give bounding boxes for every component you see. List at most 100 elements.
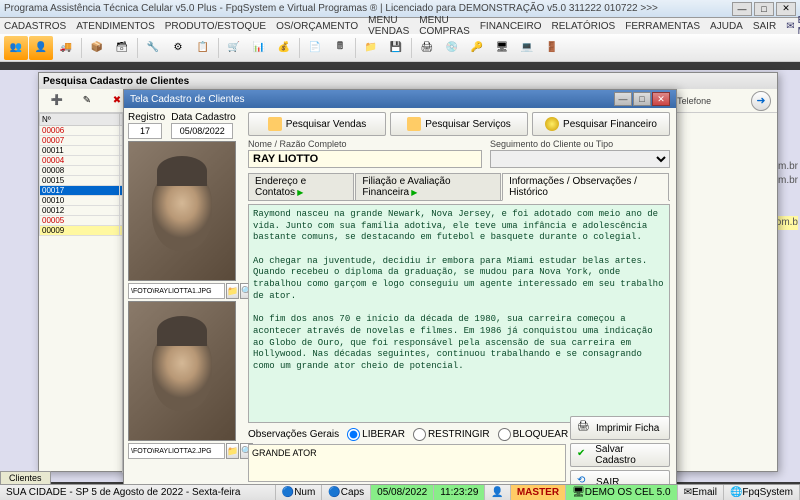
detail-min-button[interactable]: — bbox=[614, 92, 632, 106]
table-row[interactable]: 00006JERRY LEWIS bbox=[40, 126, 124, 136]
imprimir-button[interactable]: 🖨Imprimir Ficha bbox=[570, 416, 670, 440]
sales-icon bbox=[268, 117, 282, 131]
tb-wrench-icon[interactable]: 🔧 bbox=[141, 36, 165, 60]
table-row[interactable]: 00011LEANDRO KARNA bbox=[40, 146, 124, 156]
bio-textarea[interactable]: Raymond nasceu na grande Newark, Nova Je… bbox=[248, 204, 670, 423]
data-cadastro-label: Data Cadastro bbox=[171, 112, 235, 123]
tab-filiacao[interactable]: Filiação e Avaliação Financeira ▶ bbox=[355, 173, 501, 200]
minimize-button[interactable]: — bbox=[732, 2, 752, 16]
tb-gear-icon[interactable]: ⚙ bbox=[166, 36, 190, 60]
tb-money-icon[interactable]: 💰 bbox=[272, 36, 296, 60]
search-window-title: Pesquisa Cadastro de Clientes bbox=[39, 73, 777, 89]
tb-folder-icon[interactable]: 📁 bbox=[359, 36, 383, 60]
tb-cart-icon[interactable]: 🛒 bbox=[222, 36, 246, 60]
client-list[interactable]: NºNome / Razão So 00006JERRY LEWIS 00007… bbox=[39, 113, 123, 473]
status-date: 05/08/2022 bbox=[371, 485, 434, 500]
table-row[interactable]: 00004MACHADO DE AS bbox=[40, 156, 124, 166]
table-row[interactable]: 00010RICARDO ALMEID bbox=[40, 196, 124, 206]
status-demo: 🖥 DEMO OS CEL 5.0 bbox=[566, 485, 677, 500]
close-button[interactable]: ✕ bbox=[776, 2, 796, 16]
table-row[interactable]: 00005TANCREDO NEVE bbox=[40, 216, 124, 226]
menu-sair[interactable]: SAIR bbox=[753, 21, 776, 32]
tb-user-icon[interactable]: 👤 bbox=[29, 36, 53, 60]
tb-box-icon[interactable]: 📦 bbox=[85, 36, 109, 60]
table-row[interactable]: 00009TATU DE SOUZA bbox=[40, 226, 124, 236]
tb-monitor-icon[interactable]: 🖥 bbox=[490, 36, 514, 60]
pesquisar-financeiro-button[interactable]: Pesquisar Financeiro bbox=[532, 112, 670, 136]
menu-os[interactable]: OS/ORÇAMENTO bbox=[276, 21, 358, 32]
table-row[interactable]: 00007JOHN JOSEPH TR bbox=[40, 136, 124, 146]
registro-label: Registro bbox=[128, 112, 165, 123]
pesquisar-vendas-button[interactable]: Pesquisar Vendas bbox=[248, 112, 386, 136]
table-row[interactable]: 00012SILVIO DE ABREU bbox=[40, 206, 124, 216]
tb-boxes-icon[interactable]: 🗃 bbox=[110, 36, 134, 60]
photo-1 bbox=[128, 141, 236, 281]
pesquisar-servicos-button[interactable]: Pesquisar Serviços bbox=[390, 112, 528, 136]
tab-informacoes[interactable]: Informações / Observações / Histórico bbox=[502, 173, 669, 201]
menu-vendas[interactable]: MENU VENDAS bbox=[368, 15, 409, 37]
table-row[interactable]: 00008MOISES DE ASSIS bbox=[40, 166, 124, 176]
status-num: 🔵 Num bbox=[276, 485, 323, 500]
menu-compras[interactable]: MENU COMPRAS bbox=[419, 15, 470, 37]
tb-print-icon[interactable]: 🖨 bbox=[415, 36, 439, 60]
tb-doc-icon[interactable]: 📄 bbox=[303, 36, 327, 60]
col-numero[interactable]: Nº bbox=[40, 114, 120, 126]
opt-bloquear[interactable]: BLOQUEAR bbox=[498, 428, 569, 441]
tb-truck-icon[interactable]: 🚚 bbox=[54, 36, 78, 60]
tb-chart-icon[interactable]: 📊 bbox=[247, 36, 271, 60]
detail-max-button[interactable]: □ bbox=[633, 92, 651, 106]
app-title: Programa Assistência Técnica Celular v5.… bbox=[4, 3, 658, 14]
tab-endereco[interactable]: Endereço e Contatos ▶ bbox=[248, 173, 354, 200]
tb-save-icon[interactable]: 💾 bbox=[384, 36, 408, 60]
photo1-path[interactable] bbox=[128, 283, 225, 299]
status-bar: SUA CIDADE - SP 5 de Agosto de 2022 - Se… bbox=[0, 484, 800, 500]
menu-relatorios[interactable]: RELATÓRIOS bbox=[552, 21, 616, 32]
tb-usb-icon[interactable]: 💿 bbox=[440, 36, 464, 60]
status-fpq[interactable]: 🌐 FpqSystem bbox=[724, 485, 800, 500]
table-row[interactable]: 00015NEUZA DE FATIM bbox=[40, 176, 124, 186]
data-cadastro-input[interactable] bbox=[171, 123, 233, 139]
photo2-path[interactable] bbox=[128, 443, 225, 459]
edit-icon[interactable]: ✎ bbox=[75, 89, 99, 113]
services-icon bbox=[407, 117, 421, 131]
obs-label: Observações Gerais bbox=[248, 429, 339, 440]
tb-calc-icon[interactable]: 🖩 bbox=[328, 36, 352, 60]
table-row-selected[interactable]: 00017RAY LIOTTO bbox=[40, 186, 124, 196]
menu-ajuda[interactable]: AJUDA bbox=[710, 21, 743, 32]
main-toolbar: 👥 👤 🚚 📦 🗃 🔧 ⚙ 📋 🛒 📊 💰 📄 🖩 📁 💾 🖨 💿 🔑 🖥 💻 … bbox=[0, 34, 800, 62]
detail-title-bar: Tela Cadastro de Clientes — □ ✕ bbox=[124, 90, 676, 108]
tb-exit-icon[interactable]: 🚪 bbox=[540, 36, 564, 60]
obs-textarea[interactable]: GRANDE ATOR bbox=[248, 444, 566, 482]
menu-atendimentos[interactable]: ATENDIMENTOS bbox=[76, 21, 155, 32]
nome-label: Nome / Razão Completo bbox=[248, 139, 482, 149]
photo1-browse-icon[interactable]: 📁 bbox=[226, 283, 239, 299]
tab-clientes[interactable]: Clientes bbox=[0, 471, 51, 484]
tb-pc-icon[interactable]: 💻 bbox=[515, 36, 539, 60]
registro-input[interactable] bbox=[128, 123, 162, 139]
tb-clipboard-icon[interactable]: 📋 bbox=[191, 36, 215, 60]
add-icon[interactable]: ➕ bbox=[45, 89, 69, 113]
bottom-tabs: Clientes bbox=[0, 471, 51, 484]
detail-tabs: Endereço e Contatos ▶ Filiação e Avaliaç… bbox=[248, 173, 670, 201]
status-email[interactable]: ✉ Email bbox=[678, 485, 724, 500]
photo2-browse-icon[interactable]: 📁 bbox=[226, 443, 239, 459]
work-area: auser@moises.com.br mada@fatima.com.br @… bbox=[0, 70, 800, 482]
menu-ferramentas[interactable]: FERRAMENTAS bbox=[625, 21, 700, 32]
opt-liberar[interactable]: LIBERAR bbox=[347, 428, 405, 441]
tb-key-icon[interactable]: 🔑 bbox=[465, 36, 489, 60]
menu-financeiro[interactable]: FINANCEIRO bbox=[480, 21, 542, 32]
nav-forward-button[interactable]: ➜ bbox=[751, 91, 771, 111]
seguimento-select[interactable] bbox=[490, 150, 670, 168]
email-button[interactable]: ✉ E-MAIL bbox=[786, 15, 800, 37]
opt-restringir[interactable]: RESTRINGIR bbox=[413, 428, 490, 441]
salvar-button[interactable]: ✔Salvar Cadastro bbox=[570, 443, 670, 467]
detail-close-button[interactable]: ✕ bbox=[652, 92, 670, 106]
menu-produto[interactable]: PRODUTO/ESTOQUE bbox=[165, 21, 266, 32]
menu-cadastros[interactable]: CADASTROS bbox=[4, 21, 66, 32]
status-caps: 🔵 Caps bbox=[322, 485, 371, 500]
photo-2 bbox=[128, 301, 236, 441]
detail-title: Tela Cadastro de Clientes bbox=[130, 94, 245, 105]
tb-people-icon[interactable]: 👥 bbox=[4, 36, 28, 60]
maximize-button[interactable]: □ bbox=[754, 2, 774, 16]
nome-input[interactable] bbox=[248, 150, 482, 168]
